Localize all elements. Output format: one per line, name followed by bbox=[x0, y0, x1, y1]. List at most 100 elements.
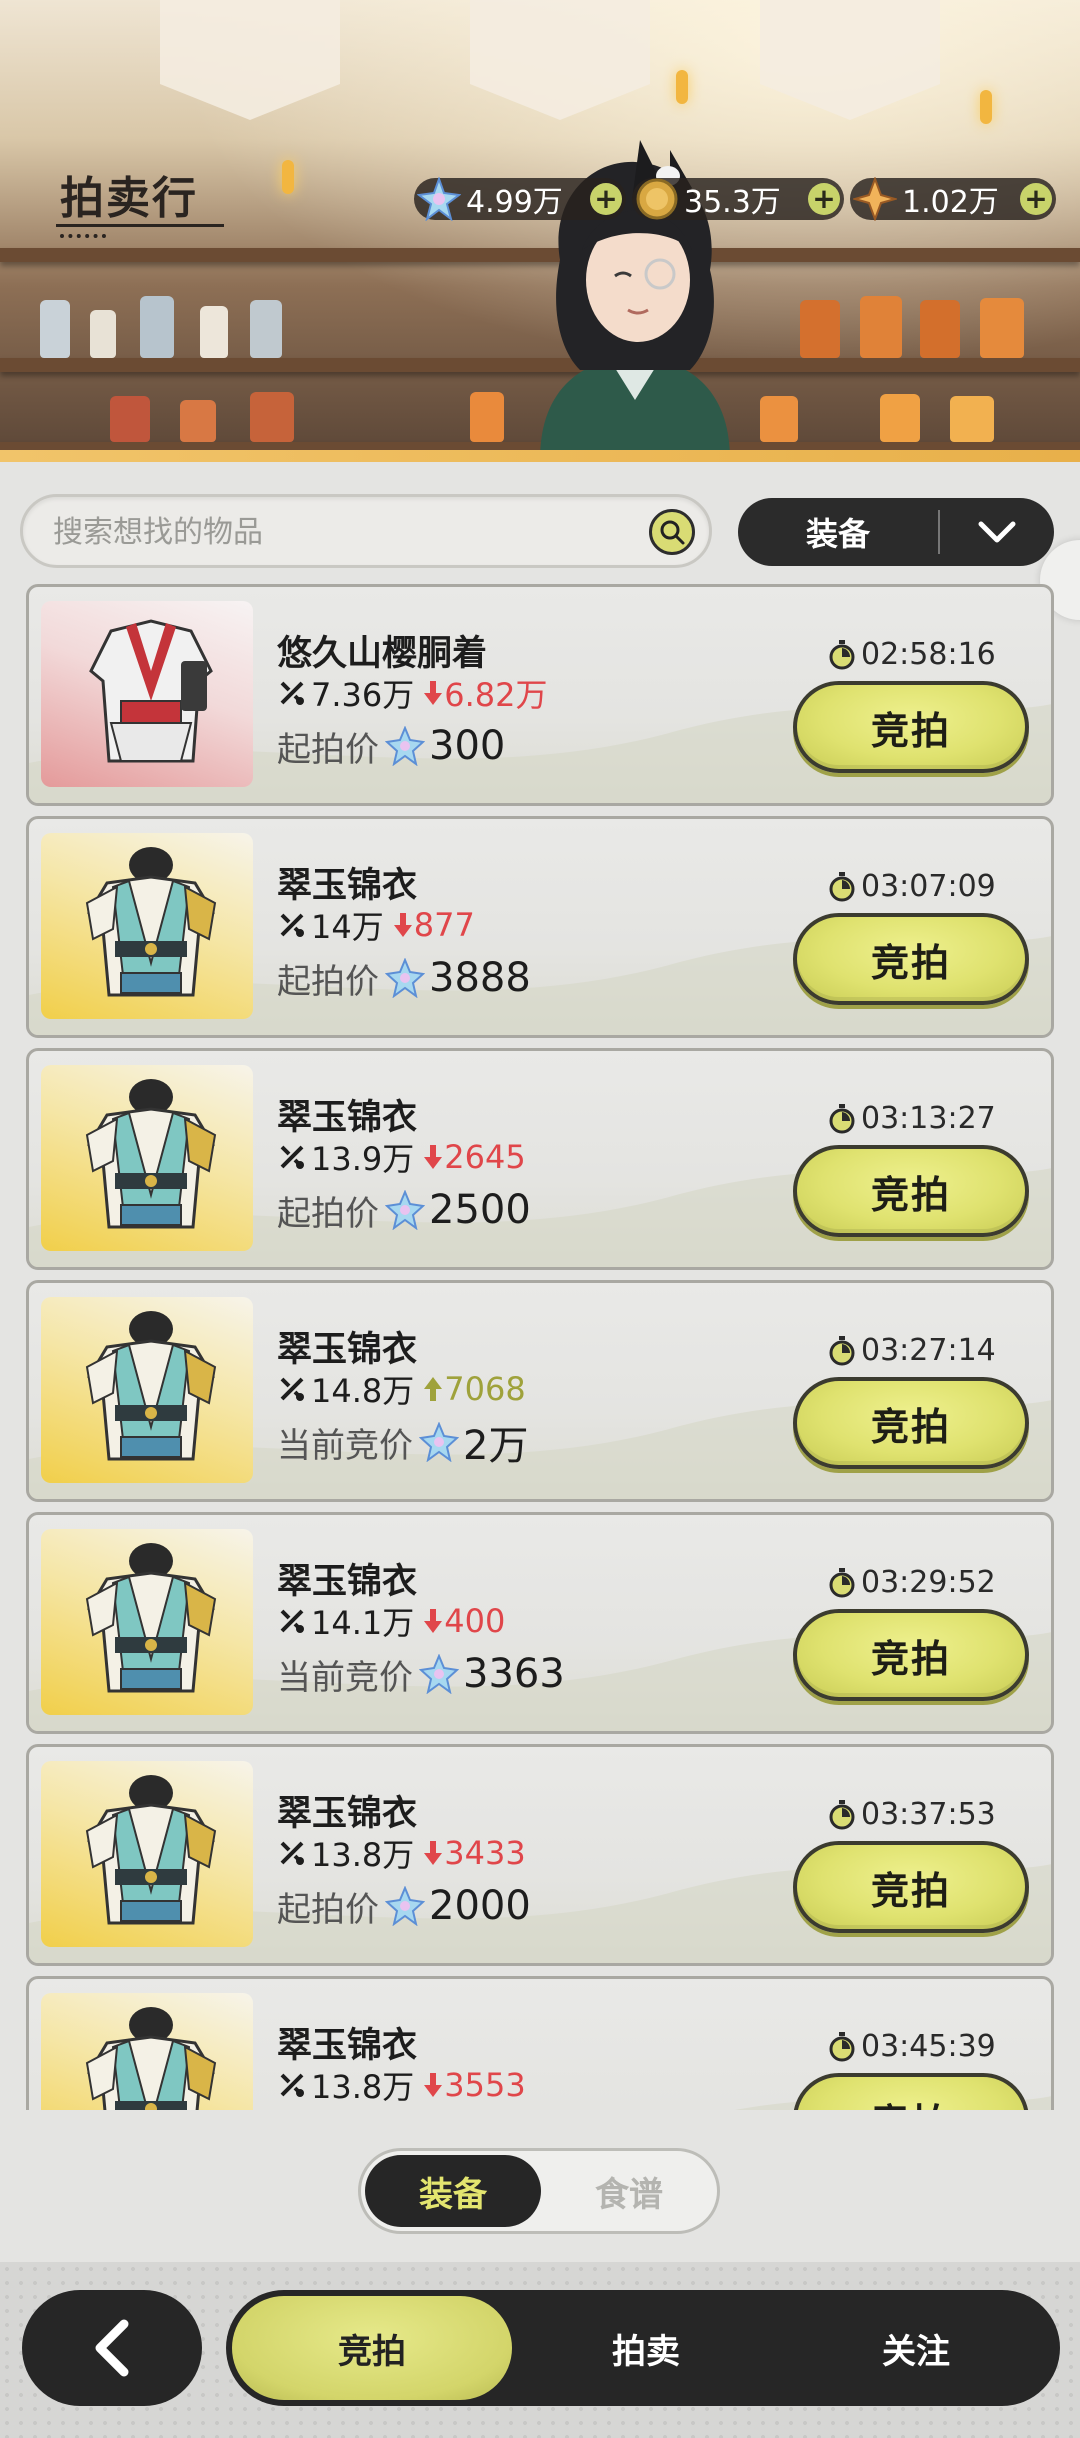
reference-price: 13.8万 bbox=[311, 2068, 415, 2106]
robe-icon bbox=[85, 847, 217, 997]
reference-price: 7.36万 bbox=[311, 676, 415, 714]
reference-price: 14.1万 bbox=[311, 1604, 415, 1642]
tab-auction[interactable]: 拍卖 bbox=[526, 2290, 766, 2406]
auction-list[interactable]: 悠久山樱胴着 7.36万 6.82万 起拍价 300 02:58:16 竞拍 翠玉锦衣 14万 8… bbox=[26, 584, 1054, 2110]
item-name: 翠玉锦衣 bbox=[277, 2026, 418, 2066]
item-thumbnail[interactable] bbox=[41, 1297, 253, 1483]
jar bbox=[980, 298, 1024, 358]
item-thumbnail[interactable] bbox=[41, 601, 253, 787]
toggle-equipment[interactable]: 装备 bbox=[365, 2155, 541, 2227]
stopwatch-icon bbox=[829, 871, 855, 901]
jar bbox=[760, 396, 798, 442]
price-change-value: 3553 bbox=[444, 2066, 526, 2104]
price-change: 3553 bbox=[422, 2066, 526, 2104]
jar bbox=[950, 396, 994, 442]
gold-coin-icon bbox=[632, 174, 682, 224]
reference-price-row: 13.9万 2645 bbox=[277, 1137, 526, 1178]
category-dropdown[interactable]: 装备 bbox=[738, 498, 1054, 566]
jar bbox=[880, 394, 920, 442]
reference-price-row: 14万 877 bbox=[277, 905, 475, 946]
back-arrow-icon bbox=[95, 2319, 129, 2377]
add-crystal-button[interactable]: + bbox=[590, 183, 622, 215]
price-change: 2645 bbox=[422, 1138, 526, 1176]
back-button[interactable] bbox=[22, 2290, 202, 2406]
tab-watch[interactable]: 关注 bbox=[786, 2290, 1046, 2406]
jar bbox=[200, 306, 228, 358]
robe-icon bbox=[85, 1079, 217, 1229]
auction-item-card[interactable]: 翠玉锦衣 14.8万 7068 当前竞价 2万 03:27:14 竞拍 bbox=[26, 1280, 1054, 1502]
stopwatch-icon bbox=[829, 639, 855, 669]
bid-button[interactable]: 竞拍 bbox=[793, 1609, 1029, 1701]
crystal-icon bbox=[414, 174, 464, 224]
price-change: 6.82万 bbox=[422, 670, 548, 716]
search-icon[interactable] bbox=[649, 509, 695, 555]
bid-button[interactable]: 竞拍 bbox=[793, 2073, 1029, 2110]
stopwatch-icon bbox=[829, 1103, 855, 1133]
crystal-icon bbox=[385, 726, 425, 766]
add-gold-button[interactable]: + bbox=[808, 183, 840, 215]
item-thumbnail[interactable] bbox=[41, 1529, 253, 1715]
bid-price-row: 当前竞价 3363 bbox=[277, 1649, 565, 1699]
crystal-icon bbox=[419, 1422, 459, 1462]
trade-icon bbox=[280, 1377, 304, 1401]
jar bbox=[800, 300, 840, 358]
title-dots bbox=[60, 234, 106, 238]
price-change: 7068 bbox=[422, 1370, 526, 1408]
auction-item-card[interactable]: 悠久山樱胴着 7.36万 6.82万 起拍价 300 02:58:16 竞拍 bbox=[26, 584, 1054, 806]
search-input[interactable] bbox=[53, 509, 613, 555]
jar bbox=[180, 400, 216, 442]
jar bbox=[140, 296, 174, 358]
price-value: 300 bbox=[429, 723, 506, 769]
jar bbox=[250, 392, 294, 442]
bid-button[interactable]: 竞拍 bbox=[793, 1145, 1029, 1237]
page-title: 拍卖行 bbox=[60, 173, 198, 224]
timer-value: 03:45:39 bbox=[861, 2029, 996, 2064]
countdown-timer: 03:37:53 bbox=[829, 1797, 996, 1832]
jar bbox=[110, 396, 150, 442]
bid-button[interactable]: 竞拍 bbox=[793, 913, 1029, 1005]
bid-button[interactable]: 竞拍 bbox=[793, 1841, 1029, 1933]
jar bbox=[90, 310, 116, 358]
countdown-timer: 03:29:52 bbox=[829, 1565, 996, 1600]
timer-value: 03:13:27 bbox=[861, 1101, 996, 1136]
item-thumbnail[interactable] bbox=[41, 833, 253, 1019]
price-label: 起拍价 bbox=[277, 729, 379, 770]
item-name: 翠玉锦衣 bbox=[277, 1562, 418, 1602]
item-name: 翠玉锦衣 bbox=[277, 1330, 418, 1370]
item-thumbnail[interactable] bbox=[41, 1993, 253, 2110]
auction-item-card[interactable]: 翠玉锦衣 14.1万 400 当前竞价 3363 03:29:52 竞拍 bbox=[26, 1512, 1054, 1734]
countdown-timer: 02:58:16 bbox=[829, 637, 996, 672]
bid-button[interactable]: 竞拍 bbox=[793, 681, 1029, 773]
reference-price-row: 7.36万 6.82万 bbox=[277, 670, 548, 716]
timer-value: 03:29:52 bbox=[861, 1565, 996, 1600]
arrow-down-icon bbox=[424, 1841, 443, 1865]
bid-price-row: 当前竞价 2万 bbox=[277, 1417, 528, 1469]
price-label: 起拍价 bbox=[277, 1889, 379, 1930]
countdown-timer: 03:45:39 bbox=[829, 2029, 996, 2064]
auction-item-card[interactable]: 翠玉锦衣 14万 877 起拍价 3888 03:07:09 竞拍 bbox=[26, 816, 1054, 1038]
auction-item-card[interactable]: 翠玉锦衣 13.8万 3433 起拍价 2000 03:37:53 竞拍 bbox=[26, 1744, 1054, 1966]
search-bar bbox=[20, 494, 712, 568]
item-thumbnail[interactable] bbox=[41, 1065, 253, 1251]
price-label: 起拍价 bbox=[277, 961, 379, 1002]
auction-item-card[interactable]: 翠玉锦衣 13.9万 2645 起拍价 2500 03:13:27 竞拍 bbox=[26, 1048, 1054, 1270]
currency-value: 1.02万 bbox=[902, 185, 999, 220]
lamp-decoration bbox=[980, 90, 992, 124]
add-shard-button[interactable]: + bbox=[1020, 183, 1052, 215]
trade-icon bbox=[280, 1609, 304, 1633]
auction-item-card[interactable]: 翠玉锦衣13.8万 3553 03:45:39 竞拍 bbox=[26, 1976, 1054, 2110]
price-label: 起拍价 bbox=[277, 1193, 379, 1234]
currency-gold: 35.3万 + bbox=[632, 178, 844, 220]
bid-button[interactable]: 竞拍 bbox=[793, 1377, 1029, 1469]
tab-bid[interactable]: 竞拍 bbox=[232, 2296, 512, 2400]
countdown-timer: 03:07:09 bbox=[829, 869, 996, 904]
currency-value: 35.3万 bbox=[684, 185, 781, 220]
jar bbox=[920, 300, 960, 358]
timer-value: 03:07:09 bbox=[861, 869, 996, 904]
price-change: 877 bbox=[392, 906, 475, 944]
crystal-icon bbox=[385, 1886, 425, 1926]
jar bbox=[470, 392, 504, 442]
item-thumbnail[interactable] bbox=[41, 1761, 253, 1947]
toggle-recipes[interactable]: 食谱 bbox=[541, 2155, 717, 2227]
reference-price: 13.8万 bbox=[311, 1836, 415, 1874]
